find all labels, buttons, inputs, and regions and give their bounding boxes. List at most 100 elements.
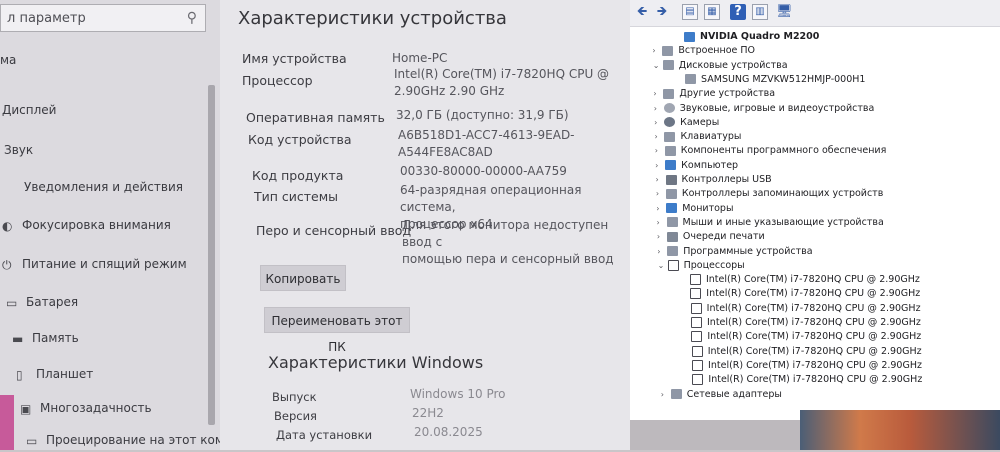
sidebar-item-battery[interactable]: ▭ Батарея [6, 290, 78, 314]
tablet-icon: ▯ [16, 367, 23, 382]
device-tree-item[interactable]: Intel(R) Core(TM) i7-7820HQ CPU @ 2.90GH… [682, 373, 922, 387]
device-tree-category[interactable]: › Очереди печати [657, 230, 765, 244]
device-tree-category[interactable]: › Мыши и иные указывающие устройства [657, 216, 884, 230]
device-tree-category[interactable]: › Компьютер [655, 159, 738, 173]
device-tree-label: Камеры [680, 116, 720, 128]
device-tree-label: Intel(R) Core(TM) i7-7820HQ CPU @ 2.90GH… [707, 317, 921, 328]
device-cpu-icon [692, 374, 704, 386]
sidebar-item-focus-assist[interactable]: ◐ Фокусировка внимания [2, 213, 171, 237]
collapse-arrow-icon[interactable]: ⌄ [658, 259, 668, 273]
expand-arrow-icon[interactable]: › [656, 202, 666, 216]
sidebar-item-label: Память [32, 331, 79, 345]
device-tree-category[interactable]: › Компоненты программного обеспечения [655, 144, 887, 158]
device-cam-icon [664, 117, 676, 128]
device-tree-category[interactable]: › Мониторы [656, 202, 733, 216]
windows-spec-title: Характеристики Windows [268, 353, 484, 372]
spec-label: Выпуск [272, 390, 317, 404]
spec-label: Имя устройства [242, 51, 347, 66]
expand-arrow-icon[interactable]: › [657, 230, 667, 244]
sidebar-item-sound[interactable]: Звук [4, 138, 33, 162]
sidebar-item-label: Уведомления и действия [24, 180, 183, 194]
device-tree-label: Встроенное ПО [678, 45, 756, 57]
sidebar-item-notifications[interactable]: Уведомления и действия [4, 175, 183, 199]
device-tree-category[interactable]: › Камеры [654, 116, 719, 130]
device-cpu-icon [689, 274, 701, 286]
device-tree-label: Intel(R) Core(TM) i7-7820HQ CPU @ 2.90GH… [708, 374, 923, 386]
rename-pc-button[interactable]: Переименовать этот ПК [264, 307, 410, 354]
device-tree-item[interactable]: Intel(R) Core(TM) i7-7820HQ CPU @ 2.90GH… [681, 302, 921, 316]
device-tree-item[interactable]: Intel(R) Core(TM) i7-7820HQ CPU @ 2.90GH… [682, 345, 922, 359]
sidebar-item-power[interactable]: ⏻ Питание и спящий режим [2, 252, 187, 276]
device-cpu-icon [692, 359, 704, 371]
spec-label: Перо и сенсорный ввод [256, 223, 412, 238]
device-usb-icon [665, 174, 677, 185]
device-tree-category[interactable]: › Клавиатуры [654, 130, 741, 144]
spec-label: Тип системы [254, 189, 339, 204]
page-title: Характеристики устройства [238, 8, 507, 29]
properties-icon[interactable]: ▤ [682, 4, 698, 20]
device-tree-item[interactable]: Intel(R) Core(TM) i7-7820HQ CPU @ 2.90GH… [680, 273, 920, 287]
sidebar-item-label: Многозадачность [40, 401, 152, 415]
expand-arrow-icon[interactable]: › [653, 87, 663, 101]
expand-arrow-icon[interactable]: › [654, 102, 664, 116]
forward-arrow-icon[interactable]: 🡺 [654, 4, 670, 20]
sidebar-item-home[interactable]: ма [0, 48, 16, 72]
back-arrow-icon[interactable]: 🡸 [634, 4, 650, 20]
device-tree-item[interactable]: Intel(R) Core(TM) i7-7820HQ CPU @ 2.90GH… [682, 359, 922, 373]
background-edge [0, 395, 14, 450]
device-tree-category[interactable]: › Другие устройства [653, 87, 775, 101]
device-tree-label: SAMSUNG MZVKW512HMJP-000H1 [701, 73, 866, 85]
expand-arrow-icon[interactable]: › [654, 116, 664, 130]
device-tree-item[interactable]: Intel(R) Core(TM) i7-7820HQ CPU @ 2.90GH… [681, 330, 921, 344]
sidebar-item-label: Дисплей [2, 103, 57, 117]
expand-arrow-icon[interactable]: › [652, 44, 662, 58]
device-tree-label: Контроллеры запоминающих устройств [681, 188, 884, 200]
help-icon[interactable]: ? [730, 4, 746, 20]
sidebar-scrollbar[interactable] [208, 85, 215, 425]
device-tree-category[interactable]: ⌄ Дисковые устройства [653, 59, 788, 73]
power-icon: ⏻ [2, 257, 12, 272]
search-input[interactable]: л параметр ⚲ [0, 4, 206, 32]
expand-arrow-icon[interactable]: › [655, 144, 665, 158]
sidebar-item-multitasking[interactable]: ▣ Многозадачность [20, 396, 152, 420]
sidebar-item-display[interactable]: Дисплей [2, 98, 56, 122]
device-tree-category[interactable]: › Сетевые адаптеры [661, 388, 782, 402]
battery-icon: ▭ [6, 295, 18, 310]
expand-arrow-icon[interactable]: › [657, 216, 667, 230]
device-prn-icon [666, 231, 678, 242]
view-icon[interactable]: ▦ [704, 4, 720, 20]
collapse-arrow-icon[interactable]: ⌄ [653, 59, 663, 73]
device-tree-label: Программные устройства [683, 245, 813, 257]
device-tree-category[interactable]: ⌄ Процессоры [658, 259, 745, 273]
notifications-icon [4, 182, 18, 194]
focus-assist-icon: ◐ [2, 218, 13, 233]
search-icon[interactable]: ⚲ [187, 10, 197, 26]
sidebar-item-tablet[interactable]: ▯ Планшет [16, 362, 93, 386]
device-tree-category[interactable]: › Звуковые, игровые и видеоустройства [654, 102, 875, 116]
expand-arrow-icon[interactable]: › [656, 173, 666, 187]
device-gen-icon [667, 246, 679, 256]
device-tree-item[interactable]: SAMSUNG MZVKW512HMJP-000H1 [675, 73, 865, 87]
device-tree-category[interactable]: › Программные устройства [657, 245, 812, 259]
expand-arrow-icon[interactable]: › [656, 187, 666, 201]
device-mon-icon [666, 203, 678, 214]
device-tree-label: Компоненты программного обеспечения [680, 145, 887, 157]
scan-hardware-icon[interactable]: 🖥 [776, 4, 793, 20]
expand-arrow-icon[interactable]: › [661, 388, 671, 402]
device-gen-icon [662, 45, 674, 56]
device-cpu-icon [690, 288, 702, 300]
device-gen-icon [663, 88, 675, 99]
device-tree-item[interactable]: Intel(R) Core(TM) i7-7820HQ CPU @ 2.90GH… [680, 287, 920, 301]
device-tree-item[interactable]: NVIDIA Quadro M2200 [674, 30, 819, 44]
device-tree-category[interactable]: › Контроллеры USB [656, 173, 772, 187]
sidebar-item-storage[interactable]: ▬ Память [12, 326, 79, 350]
expand-arrow-icon[interactable]: › [654, 130, 664, 144]
device-tree-category[interactable]: › Встроенное ПО [652, 44, 755, 58]
device-tree-item[interactable]: Intel(R) Core(TM) i7-7820HQ CPU @ 2.90GH… [681, 316, 921, 330]
expand-arrow-icon[interactable]: › [655, 159, 665, 173]
expand-arrow-icon[interactable]: › [657, 245, 667, 259]
update-driver-icon[interactable]: ▥ [752, 4, 768, 20]
device-tree-category[interactable]: › Контроллеры запоминающих устройств [656, 187, 883, 201]
copy-button[interactable]: Копировать [260, 265, 346, 291]
multitasking-icon: ▣ [20, 401, 32, 416]
